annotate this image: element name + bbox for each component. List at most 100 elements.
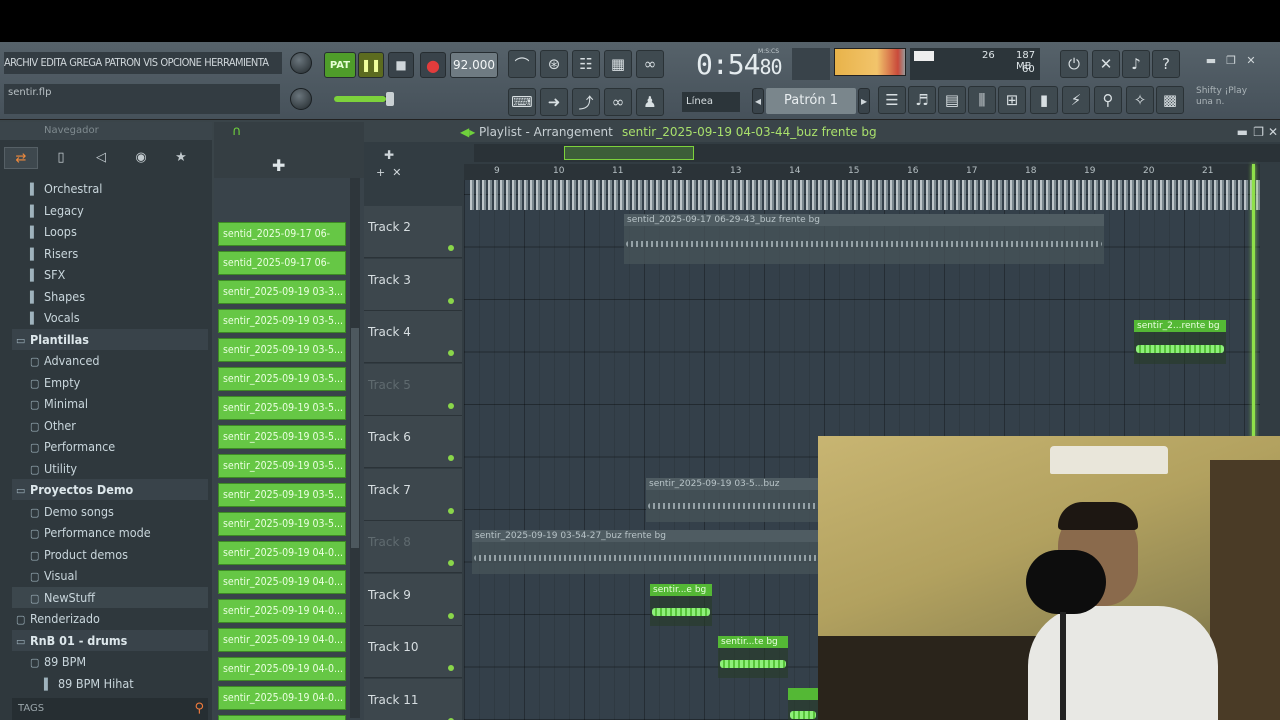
stamp-icon[interactable]: ♟	[636, 88, 664, 116]
browser-item[interactable]: ▌ Shapes	[12, 286, 208, 307]
track-mute-led[interactable]	[448, 297, 454, 304]
browser-item[interactable]: ▢ NewStuff	[12, 586, 208, 608]
volume-slider[interactable]	[334, 96, 394, 102]
track-header[interactable]: Track 4	[364, 311, 462, 363]
typing-keyboard-icon[interactable]: ⌨	[508, 88, 536, 116]
timeline-ruler[interactable]: 9 10 11 12 13 14 15 16 17 18 19 20 21	[464, 164, 1260, 180]
clip-list-item[interactable]: sentir_2025-09-19 03-5...	[218, 483, 346, 507]
menu-agrega[interactable]: GREGA	[69, 56, 102, 69]
browser-item[interactable]: ▭ Plantillas	[12, 328, 208, 350]
track-header[interactable]: Track 8	[364, 521, 462, 573]
browser-item[interactable]: ▢ Visual	[12, 565, 208, 586]
mixer-icon[interactable]: ⫼	[968, 86, 996, 114]
search-icon[interactable]: ⚲	[194, 698, 204, 720]
menu-patron[interactable]: PATRON	[105, 56, 141, 69]
master-volume-knob[interactable]	[290, 52, 312, 74]
help-icon[interactable]: ?	[1152, 50, 1180, 78]
track-mute-led[interactable]	[448, 560, 454, 566]
clip-list-item[interactable]: sentir_2025-09-19 04-0...	[218, 599, 346, 623]
playlist-maximize-icon[interactable]: ❐	[1253, 122, 1264, 142]
browser-item[interactable]: ▢ Minimal	[12, 393, 208, 414]
browser-item[interactable]: ▢ Utility	[12, 458, 208, 479]
track-mute-led[interactable]	[448, 350, 454, 356]
menu-edita[interactable]: EDITA	[41, 56, 67, 69]
browser-item[interactable]: ▢ Product demos	[12, 544, 208, 565]
audio-clip[interactable]: sentir...te bg	[718, 636, 788, 678]
channel-rack-icon[interactable]: ▤	[938, 86, 966, 114]
audio-clip[interactable]: sentir...e bg	[650, 584, 712, 626]
track-mute-led[interactable]	[448, 402, 454, 409]
microphone-icon[interactable]: ♪	[1122, 50, 1150, 78]
volume-slider-thumb[interactable]	[386, 92, 394, 106]
playlist-overview[interactable]	[474, 144, 1280, 162]
clip-list-item[interactable]: sentir_2025-09-19 04-0...	[218, 541, 346, 565]
snap-select[interactable]: Línea	[682, 92, 740, 112]
menu-opciones[interactable]: OPCIONE	[160, 56, 201, 69]
metronome-icon[interactable]: ⌒	[508, 50, 536, 78]
pattern-song-toggle[interactable]: PAT	[324, 52, 356, 78]
browser-item[interactable]: ▌ Orchestral	[12, 178, 208, 199]
play-button[interactable]: ❚❚	[358, 52, 384, 78]
clip-list-item[interactable]: sentir_2025-09-19 04-0...	[218, 686, 346, 710]
browser-item[interactable]: ▌ Vocals	[12, 307, 208, 328]
track-header[interactable]: Track 2	[364, 206, 462, 258]
track-header[interactable]: Track 6	[364, 416, 462, 468]
add-track-icon[interactable]: + ✕	[376, 166, 401, 179]
browser-item[interactable]: ▢ Renderizado	[12, 608, 208, 629]
piano-roll-icon[interactable]: ♬	[908, 86, 936, 114]
track-mute-led[interactable]	[448, 507, 454, 514]
audio-clip[interactable]	[788, 688, 818, 720]
track-header[interactable]: Track 7	[364, 468, 462, 521]
track-header[interactable]: Track 3	[364, 258, 462, 311]
tools-icon[interactable]: ✕	[1092, 50, 1120, 78]
step-edit-icon[interactable]: ▦	[604, 50, 632, 78]
menu-vista[interactable]: VIS	[143, 56, 158, 69]
audio-clip[interactable]: sentir_2025-09-19 03-5...buz	[646, 478, 826, 522]
audio-clip[interactable]: sentir_2...rente bg	[1134, 320, 1226, 364]
minimize-icon[interactable]: ▬	[1202, 54, 1220, 70]
close-icon[interactable]: ✕	[1242, 54, 1260, 70]
clip-list-item[interactable]: sentir_2025-09-19 03-5...	[218, 338, 346, 362]
clip-list-item[interactable]: sentir_2025-09-19 04-0...	[218, 628, 346, 652]
browser-item[interactable]: ▢ Advanced	[12, 350, 208, 371]
browser-item[interactable]: ▢ 89 BPM	[12, 651, 208, 672]
magnet-icon[interactable]: ∩	[232, 122, 242, 142]
audio-clip[interactable]: sentir_2025-09-19 03-54-27_buz frente bg	[472, 530, 826, 574]
record-button[interactable]: ●	[420, 52, 446, 78]
clip-list-item[interactable]: sentir_2025-09-19 03-5...	[218, 512, 346, 536]
pattern-next-icon[interactable]: ▸	[858, 88, 870, 114]
track-1-waveform[interactable]	[470, 180, 1260, 210]
fx-icon[interactable]: ✧	[1126, 86, 1154, 114]
track-mute-led[interactable]	[448, 612, 454, 619]
wait-input-icon[interactable]: ⊛	[540, 50, 568, 78]
clip-list-item[interactable]: sentir_2025-09-19 03-5...	[218, 425, 346, 449]
pattern-selector[interactable]: Patrón 1	[766, 88, 856, 114]
power-icon[interactable]: ⏻	[1060, 50, 1088, 78]
clip-list-scrollbar[interactable]	[350, 178, 360, 718]
playlist-minimize-icon[interactable]: ▬	[1237, 122, 1248, 142]
maximize-icon[interactable]: ❐	[1222, 54, 1240, 70]
browser-item[interactable]: ▌ 89 BPM Hihat	[12, 673, 208, 694]
clip-list-item[interactable]: sentir_2025-09-19 03-5...	[218, 396, 346, 420]
people-icon[interactable]: ⚲	[1094, 86, 1122, 114]
browser-item[interactable]: ▢ Performance	[12, 436, 208, 457]
browser-item[interactable]: ▭ RnB 01 - drums	[12, 629, 208, 651]
browser-item[interactable]: ▢ Performance mode	[12, 522, 208, 543]
clip-list-item[interactable]: sentid_2025-09-17 06-	[218, 222, 346, 246]
browser-icon[interactable]: ⊞	[998, 86, 1026, 114]
browser-item[interactable]: ▌ Loops	[12, 221, 208, 242]
audio-clip[interactable]: sentid_2025-09-17 06-29-43_buz frente bg	[624, 214, 1104, 264]
loop-record-icon[interactable]: ∞	[636, 50, 664, 78]
browser-tab-plugins[interactable]: ◉	[124, 147, 158, 169]
render-icon[interactable]: ▩	[1156, 86, 1184, 114]
pattern-prev-icon[interactable]: ◂	[752, 88, 764, 114]
track-header[interactable]: Track 9	[364, 573, 462, 626]
playlist-icon[interactable]: ☰	[878, 86, 906, 114]
clip-list-item[interactable]: sentir_2025-09-19 03-5...	[218, 309, 346, 333]
browser-tab-favorites[interactable]: ★	[164, 147, 198, 169]
clip-list-item[interactable]: sentir_2025-09-19 04-0...	[218, 570, 346, 594]
browser-tab-all[interactable]: ⇄	[4, 147, 38, 169]
clip-list-item[interactable]: sentid_2025-09-17 06-	[218, 251, 346, 275]
playlist-close-icon[interactable]: ✕	[1268, 122, 1278, 142]
track-mute-led[interactable]	[448, 665, 454, 671]
